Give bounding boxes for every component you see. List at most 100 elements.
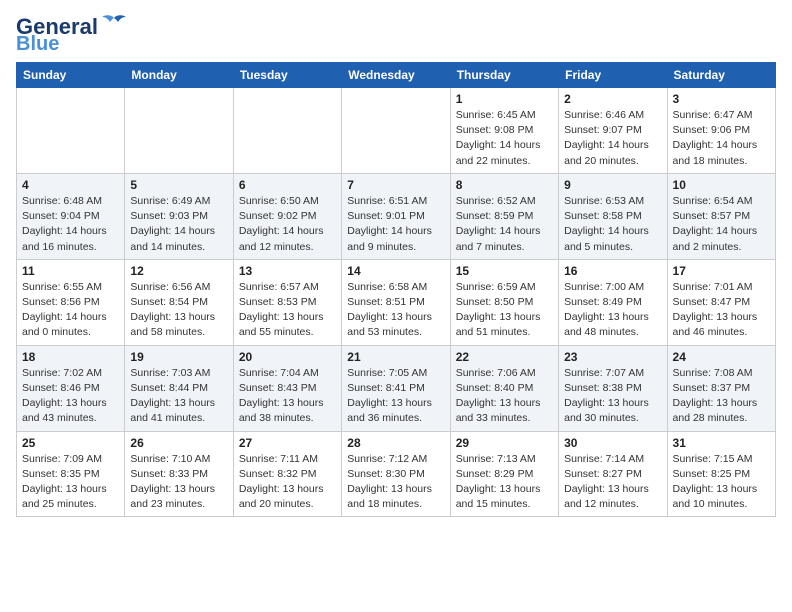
calendar-cell: 10 Sunrise: 6:54 AM Sunset: 8:57 PM Dayli… bbox=[667, 173, 775, 259]
calendar-cell: 17 Sunrise: 7:01 AM Sunset: 8:47 PM Dayli… bbox=[667, 259, 775, 345]
day-number: 3 bbox=[673, 92, 770, 106]
page-header: General Blue bbox=[16, 16, 776, 54]
day-info: Sunrise: 6:51 AM Sunset: 9:01 PM Dayligh… bbox=[347, 194, 444, 255]
day-info: Sunrise: 7:12 AM Sunset: 8:30 PM Dayligh… bbox=[347, 452, 444, 513]
day-info: Sunrise: 7:09 AM Sunset: 8:35 PM Dayligh… bbox=[22, 452, 119, 513]
day-info: Sunrise: 6:55 AM Sunset: 8:56 PM Dayligh… bbox=[22, 280, 119, 341]
logo: General Blue bbox=[16, 16, 128, 54]
day-number: 31 bbox=[673, 436, 770, 450]
calendar-cell: 24 Sunrise: 7:08 AM Sunset: 8:37 PM Dayli… bbox=[667, 345, 775, 431]
day-info: Sunrise: 7:05 AM Sunset: 8:41 PM Dayligh… bbox=[347, 366, 444, 427]
day-number: 19 bbox=[130, 350, 227, 364]
week-row-5: 25 Sunrise: 7:09 AM Sunset: 8:35 PM Dayli… bbox=[17, 431, 776, 517]
day-number: 4 bbox=[22, 178, 119, 192]
calendar-cell: 6 Sunrise: 6:50 AM Sunset: 9:02 PM Daylig… bbox=[233, 173, 341, 259]
day-info: Sunrise: 6:54 AM Sunset: 8:57 PM Dayligh… bbox=[673, 194, 770, 255]
calendar-cell: 25 Sunrise: 7:09 AM Sunset: 8:35 PM Dayli… bbox=[17, 431, 125, 517]
weekday-header-tuesday: Tuesday bbox=[233, 63, 341, 88]
calendar-cell bbox=[342, 88, 450, 174]
calendar-cell: 9 Sunrise: 6:53 AM Sunset: 8:58 PM Daylig… bbox=[559, 173, 667, 259]
calendar-cell: 28 Sunrise: 7:12 AM Sunset: 8:30 PM Dayli… bbox=[342, 431, 450, 517]
day-number: 20 bbox=[239, 350, 336, 364]
weekday-header-friday: Friday bbox=[559, 63, 667, 88]
calendar-cell: 23 Sunrise: 7:07 AM Sunset: 8:38 PM Dayli… bbox=[559, 345, 667, 431]
day-info: Sunrise: 7:11 AM Sunset: 8:32 PM Dayligh… bbox=[239, 452, 336, 513]
day-info: Sunrise: 7:04 AM Sunset: 8:43 PM Dayligh… bbox=[239, 366, 336, 427]
day-info: Sunrise: 6:47 AM Sunset: 9:06 PM Dayligh… bbox=[673, 108, 770, 169]
day-number: 26 bbox=[130, 436, 227, 450]
weekday-header-thursday: Thursday bbox=[450, 63, 558, 88]
day-info: Sunrise: 6:56 AM Sunset: 8:54 PM Dayligh… bbox=[130, 280, 227, 341]
day-number: 17 bbox=[673, 264, 770, 278]
day-number: 24 bbox=[673, 350, 770, 364]
day-number: 25 bbox=[22, 436, 119, 450]
calendar-cell: 7 Sunrise: 6:51 AM Sunset: 9:01 PM Daylig… bbox=[342, 173, 450, 259]
weekday-header-row: SundayMondayTuesdayWednesdayThursdayFrid… bbox=[17, 63, 776, 88]
week-row-1: 1 Sunrise: 6:45 AM Sunset: 9:08 PM Daylig… bbox=[17, 88, 776, 174]
calendar-cell: 1 Sunrise: 6:45 AM Sunset: 9:08 PM Daylig… bbox=[450, 88, 558, 174]
week-row-3: 11Sunrise: 6:55 AM Sunset: 8:56 PM Dayli… bbox=[17, 259, 776, 345]
calendar-cell: 15 Sunrise: 6:59 AM Sunset: 8:50 PM Dayli… bbox=[450, 259, 558, 345]
calendar-cell: 22Sunrise: 7:06 AM Sunset: 8:40 PM Dayli… bbox=[450, 345, 558, 431]
day-number: 21 bbox=[347, 350, 444, 364]
calendar-cell: 4Sunrise: 6:48 AM Sunset: 9:04 PM Daylig… bbox=[17, 173, 125, 259]
calendar-cell: 16Sunrise: 7:00 AM Sunset: 8:49 PM Dayli… bbox=[559, 259, 667, 345]
calendar-table: SundayMondayTuesdayWednesdayThursdayFrid… bbox=[16, 62, 776, 517]
day-info: Sunrise: 7:02 AM Sunset: 8:46 PM Dayligh… bbox=[22, 366, 119, 427]
day-number: 18 bbox=[22, 350, 119, 364]
calendar-cell: 11Sunrise: 6:55 AM Sunset: 8:56 PM Dayli… bbox=[17, 259, 125, 345]
calendar-cell: 8 Sunrise: 6:52 AM Sunset: 8:59 PM Daylig… bbox=[450, 173, 558, 259]
day-number: 1 bbox=[456, 92, 553, 106]
day-number: 15 bbox=[456, 264, 553, 278]
day-number: 9 bbox=[564, 178, 661, 192]
day-number: 8 bbox=[456, 178, 553, 192]
day-info: Sunrise: 7:00 AM Sunset: 8:49 PM Dayligh… bbox=[564, 280, 661, 341]
day-info: Sunrise: 7:01 AM Sunset: 8:47 PM Dayligh… bbox=[673, 280, 770, 341]
calendar-cell: 18 Sunrise: 7:02 AM Sunset: 8:46 PM Dayli… bbox=[17, 345, 125, 431]
weekday-header-saturday: Saturday bbox=[667, 63, 775, 88]
day-number: 30 bbox=[564, 436, 661, 450]
logo-blue: Blue bbox=[16, 34, 59, 54]
day-info: Sunrise: 6:59 AM Sunset: 8:50 PM Dayligh… bbox=[456, 280, 553, 341]
day-info: Sunrise: 6:52 AM Sunset: 8:59 PM Dayligh… bbox=[456, 194, 553, 255]
day-info: Sunrise: 6:57 AM Sunset: 8:53 PM Dayligh… bbox=[239, 280, 336, 341]
day-number: 22 bbox=[456, 350, 553, 364]
day-info: Sunrise: 7:15 AM Sunset: 8:25 PM Dayligh… bbox=[673, 452, 770, 513]
day-info: Sunrise: 7:07 AM Sunset: 8:38 PM Dayligh… bbox=[564, 366, 661, 427]
calendar-cell: 3 Sunrise: 6:47 AM Sunset: 9:06 PM Daylig… bbox=[667, 88, 775, 174]
calendar-cell bbox=[233, 88, 341, 174]
week-row-4: 18 Sunrise: 7:02 AM Sunset: 8:46 PM Dayli… bbox=[17, 345, 776, 431]
calendar-cell: 21 Sunrise: 7:05 AM Sunset: 8:41 PM Dayli… bbox=[342, 345, 450, 431]
day-info: Sunrise: 7:14 AM Sunset: 8:27 PM Dayligh… bbox=[564, 452, 661, 513]
calendar-cell: 5Sunrise: 6:49 AM Sunset: 9:03 PM Daylig… bbox=[125, 173, 233, 259]
calendar-cell: 14Sunrise: 6:58 AM Sunset: 8:51 PM Dayli… bbox=[342, 259, 450, 345]
day-info: Sunrise: 7:08 AM Sunset: 8:37 PM Dayligh… bbox=[673, 366, 770, 427]
day-number: 23 bbox=[564, 350, 661, 364]
day-number: 28 bbox=[347, 436, 444, 450]
calendar-cell: 27 Sunrise: 7:11 AM Sunset: 8:32 PM Dayli… bbox=[233, 431, 341, 517]
day-info: Sunrise: 6:45 AM Sunset: 9:08 PM Dayligh… bbox=[456, 108, 553, 169]
day-number: 29 bbox=[456, 436, 553, 450]
day-number: 7 bbox=[347, 178, 444, 192]
calendar-cell: 12 Sunrise: 6:56 AM Sunset: 8:54 PM Dayli… bbox=[125, 259, 233, 345]
day-info: Sunrise: 6:46 AM Sunset: 9:07 PM Dayligh… bbox=[564, 108, 661, 169]
calendar-cell: 20 Sunrise: 7:04 AM Sunset: 8:43 PM Dayli… bbox=[233, 345, 341, 431]
calendar-cell: 26Sunrise: 7:10 AM Sunset: 8:33 PM Dayli… bbox=[125, 431, 233, 517]
day-number: 12 bbox=[130, 264, 227, 278]
day-number: 2 bbox=[564, 92, 661, 106]
day-number: 14 bbox=[347, 264, 444, 278]
day-info: Sunrise: 7:13 AM Sunset: 8:29 PM Dayligh… bbox=[456, 452, 553, 513]
day-number: 5 bbox=[130, 178, 227, 192]
calendar-cell: 29 Sunrise: 7:13 AM Sunset: 8:29 PM Dayli… bbox=[450, 431, 558, 517]
day-number: 10 bbox=[673, 178, 770, 192]
day-number: 27 bbox=[239, 436, 336, 450]
day-info: Sunrise: 6:50 AM Sunset: 9:02 PM Dayligh… bbox=[239, 194, 336, 255]
day-info: Sunrise: 7:03 AM Sunset: 8:44 PM Dayligh… bbox=[130, 366, 227, 427]
calendar-cell: 19 Sunrise: 7:03 AM Sunset: 8:44 PM Dayli… bbox=[125, 345, 233, 431]
day-info: Sunrise: 6:53 AM Sunset: 8:58 PM Dayligh… bbox=[564, 194, 661, 255]
week-row-2: 4Sunrise: 6:48 AM Sunset: 9:04 PM Daylig… bbox=[17, 173, 776, 259]
day-number: 6 bbox=[239, 178, 336, 192]
weekday-header-wednesday: Wednesday bbox=[342, 63, 450, 88]
calendar-cell: 31 Sunrise: 7:15 AM Sunset: 8:25 PM Dayli… bbox=[667, 431, 775, 517]
weekday-header-sunday: Sunday bbox=[17, 63, 125, 88]
